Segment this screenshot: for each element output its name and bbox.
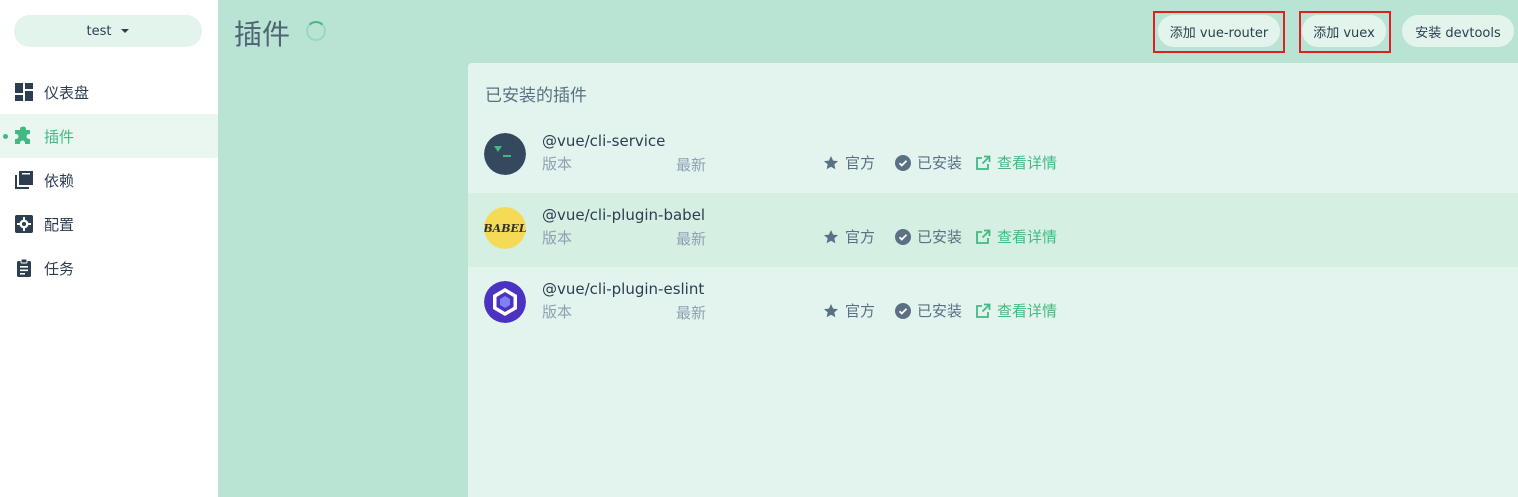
loading-spinner-icon <box>306 21 326 41</box>
clipboard-icon <box>14 258 34 278</box>
check-circle-icon <box>895 302 911 319</box>
official-label: 官方 <box>845 154 876 172</box>
installed-badge: 已安装 <box>895 226 962 247</box>
library-icon <box>14 170 34 190</box>
page-title: 插件 <box>234 18 291 51</box>
highlight-box <box>1153 11 1285 53</box>
installed-label: 已安装 <box>917 302 963 320</box>
installed-label: 已安装 <box>917 228 963 246</box>
installed-plugins-panel: 已安装的插件 @vue/cli-service 版本 最新 官方 已安装 查看详… <box>468 63 1518 497</box>
view-details-link[interactable]: 查看详情 <box>975 226 1057 247</box>
official-badge: 官方 <box>823 226 875 247</box>
installed-badge: 已安装 <box>895 300 962 321</box>
sidebar-item-label: 插件 <box>44 127 75 146</box>
sidebar-item-label: 任务 <box>44 259 75 278</box>
install-devtools-button[interactable]: 安装 devtools <box>1402 15 1514 47</box>
sidebar: test 仪表盘 插件 依赖 配置 任务 <box>0 0 218 497</box>
sidebar-item-dependencies[interactable]: 依赖 <box>0 158 218 202</box>
latest-label: 最新 <box>676 230 707 248</box>
sidebar-item-configuration[interactable]: 配置 <box>0 202 218 246</box>
star-icon <box>823 155 839 169</box>
check-circle-icon <box>895 154 911 171</box>
view-details-label: 查看详情 <box>997 154 1058 172</box>
project-name: test <box>86 23 112 39</box>
caret-down-icon <box>121 29 130 33</box>
check-circle-icon <box>895 228 911 245</box>
dashboard-icon <box>14 82 34 102</box>
view-details-label: 查看详情 <box>997 302 1058 320</box>
sidebar-item-label: 配置 <box>44 215 75 234</box>
plugin-row: @vue/cli-plugin-eslint 版本 最新 官方 已安装 查看详情 <box>468 267 1518 341</box>
version-label: 版本 <box>542 229 573 247</box>
version-label: 版本 <box>542 155 573 173</box>
highlight-box <box>1299 11 1391 53</box>
external-link-icon <box>976 303 991 318</box>
plugin-name: @vue/cli-plugin-eslint <box>542 280 705 298</box>
sidebar-item-dashboard[interactable]: 仪表盘 <box>0 70 218 114</box>
sidebar-item-label: 依赖 <box>44 171 75 190</box>
section-title: 已安装的插件 <box>485 86 587 106</box>
puzzle-icon <box>14 126 34 146</box>
settings-icon <box>14 214 34 234</box>
official-badge: 官方 <box>823 152 875 173</box>
sidebar-nav: 仪表盘 插件 依赖 配置 任务 <box>0 70 218 290</box>
star-icon <box>823 229 839 243</box>
official-label: 官方 <box>845 302 876 320</box>
sidebar-item-plugins[interactable]: 插件 <box>0 114 218 158</box>
external-link-icon <box>976 229 991 244</box>
official-label: 官方 <box>845 228 876 246</box>
installed-badge: 已安装 <box>895 152 962 173</box>
plugin-row: BABEL @vue/cli-plugin-babel 版本 最新 官方 已安装… <box>468 193 1518 267</box>
latest-label: 最新 <box>676 304 707 322</box>
babel-logo: BABEL <box>484 207 526 249</box>
installed-label: 已安装 <box>917 154 963 172</box>
svg-text:BABEL: BABEL <box>484 222 526 235</box>
view-details-link[interactable]: 查看详情 <box>975 152 1057 173</box>
view-details-link[interactable]: 查看详情 <box>975 300 1057 321</box>
official-badge: 官方 <box>823 300 875 321</box>
active-indicator <box>3 134 8 139</box>
latest-label: 最新 <box>676 156 707 174</box>
cli-service-logo <box>484 133 526 175</box>
sidebar-item-label: 仪表盘 <box>44 83 90 102</box>
star-icon <box>823 303 839 317</box>
plugin-name: @vue/cli-service <box>542 132 666 150</box>
project-selector[interactable]: test <box>14 15 202 47</box>
plugin-name: @vue/cli-plugin-babel <box>542 206 706 224</box>
version-label: 版本 <box>542 303 573 321</box>
sidebar-item-tasks[interactable]: 任务 <box>0 246 218 290</box>
plugin-row: @vue/cli-service 版本 最新 官方 已安装 查看详情 <box>468 119 1518 193</box>
view-details-label: 查看详情 <box>997 228 1058 246</box>
eslint-logo <box>484 281 526 323</box>
external-link-icon <box>976 155 991 170</box>
